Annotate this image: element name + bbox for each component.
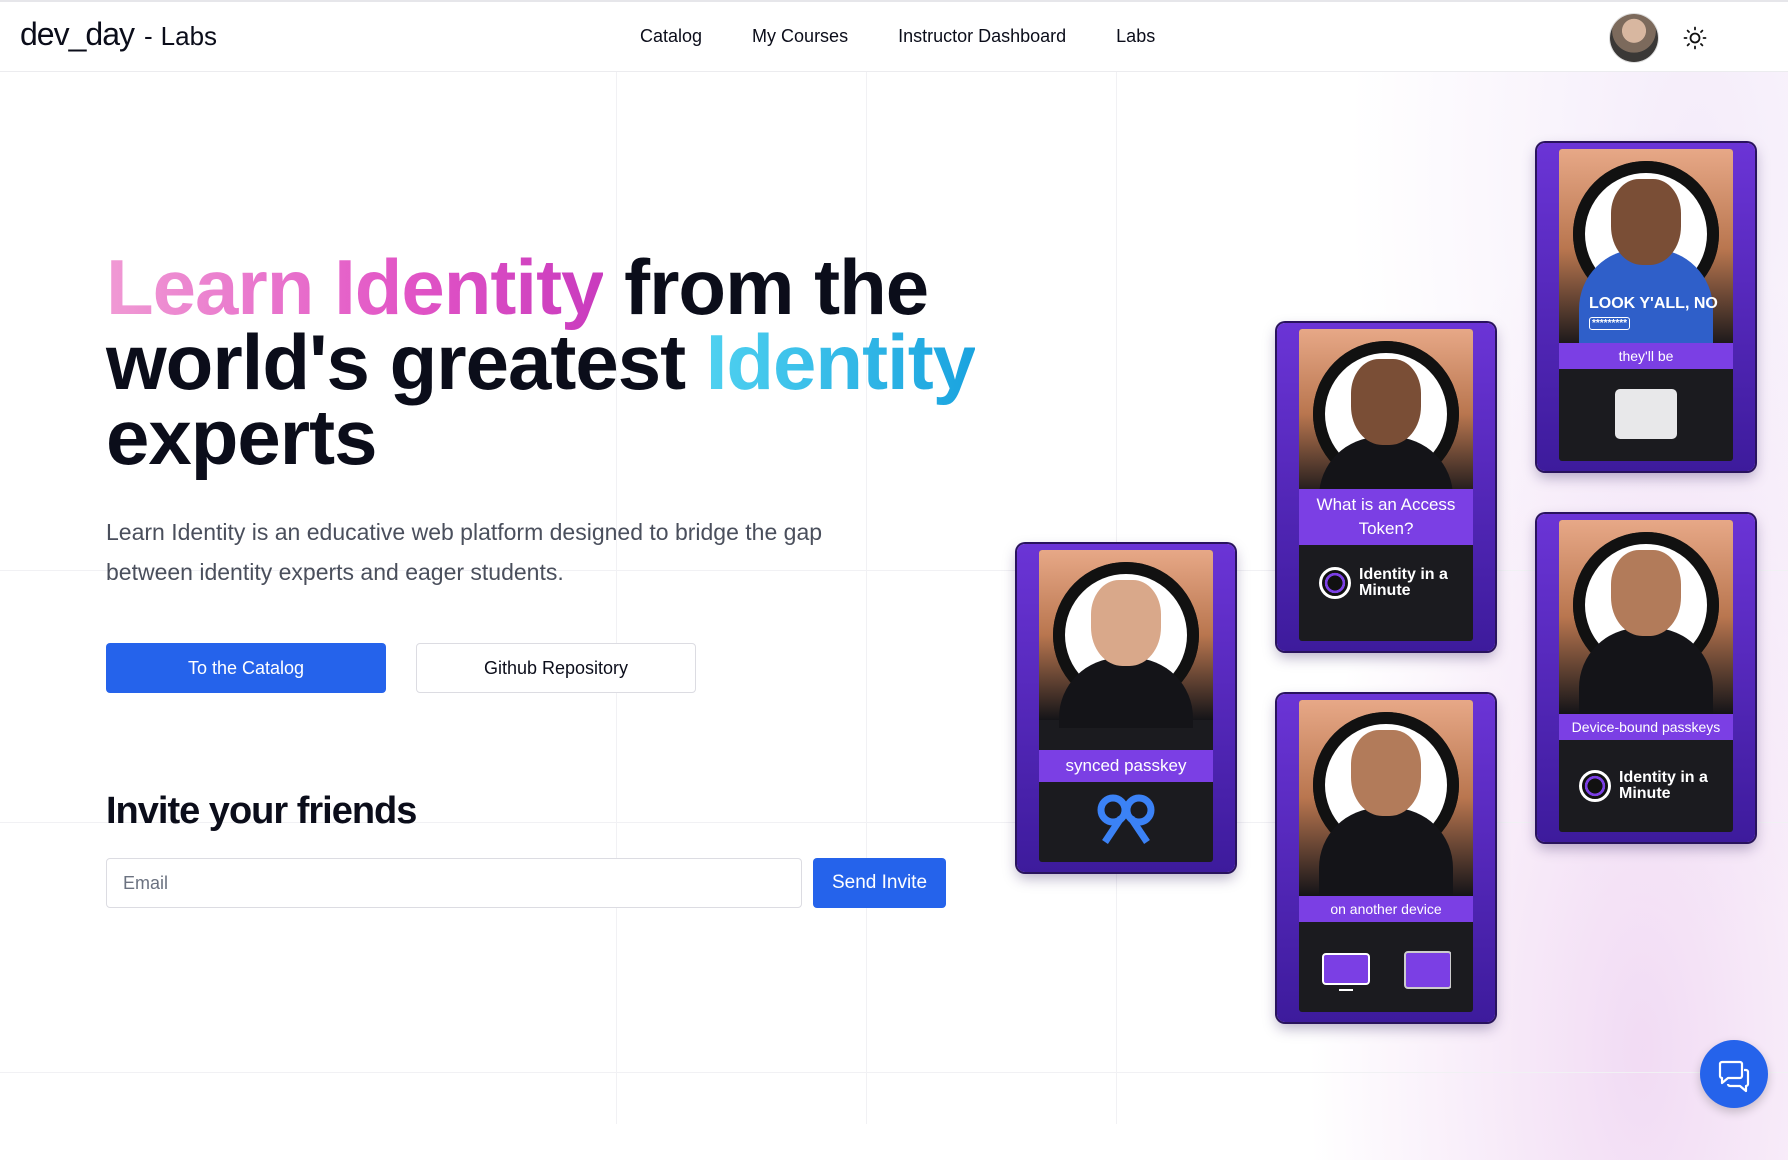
card-caption: synced passkey xyxy=(1039,750,1213,782)
hero-title: Learn Identity from the world's greatest… xyxy=(106,248,1006,476)
chat-bubbles-icon xyxy=(1718,1060,1750,1093)
presenter-photo: LOOK Y'ALL, NO ********* xyxy=(1559,149,1733,349)
send-invite-button[interactable]: Send Invite xyxy=(813,858,946,908)
hero-title-text-end: experts xyxy=(106,393,377,481)
brand-logo[interactable]: dev_day - Labs xyxy=(20,16,217,53)
top-navbar: dev_day - Labs Catalog My Courses Instru… xyxy=(0,0,1788,72)
video-card-device-bound[interactable]: Device-bound passkeys Identity in a Minu… xyxy=(1537,514,1755,842)
presenter-head xyxy=(1351,730,1421,816)
card-caption: What is an Access Token? xyxy=(1299,489,1473,545)
video-card-look-yall[interactable]: LOOK Y'ALL, NO ********* they'll be xyxy=(1537,143,1755,471)
presenter-photo xyxy=(1299,329,1473,507)
hero-description: Learn Identity is an educative web platf… xyxy=(106,519,823,585)
card-caption: Device-bound passkeys xyxy=(1559,714,1733,740)
shirt-text: LOOK Y'ALL, NO ********* xyxy=(1589,295,1719,331)
card-screen: What is an Access Token? Identity in a M… xyxy=(1299,329,1473,641)
nav-my-courses[interactable]: My Courses xyxy=(752,26,848,47)
video-card-access-token[interactable]: What is an Access Token? Identity in a M… xyxy=(1277,323,1495,651)
to-catalog-button[interactable]: To the Catalog xyxy=(106,643,386,693)
nav-catalog[interactable]: Catalog xyxy=(640,26,702,47)
hero-title-highlight-blue: Identity xyxy=(705,318,976,406)
presenter-head xyxy=(1091,580,1161,666)
grid-line xyxy=(0,1072,1788,1073)
brand-name: dev_day xyxy=(20,16,135,52)
brand-separator: - xyxy=(143,21,153,51)
github-repository-button[interactable]: Github Repository xyxy=(416,643,696,693)
nav-labs[interactable]: Labs xyxy=(1116,26,1155,47)
stopwatch-icon xyxy=(1319,567,1351,599)
sun-icon[interactable] xyxy=(1683,26,1707,50)
identity-in-a-minute-text: Identity in a Minute xyxy=(1619,769,1708,802)
card-caption: on another device xyxy=(1299,896,1473,922)
chat-button[interactable] xyxy=(1700,1040,1768,1108)
video-card-another-device[interactable]: on another device xyxy=(1277,694,1495,1022)
devices-icon xyxy=(1322,951,1451,991)
passkey-keys-icon xyxy=(1097,794,1155,844)
video-card-synced-passkey[interactable]: synced passkey xyxy=(1017,544,1235,872)
main-nav: Catalog My Courses Instructor Dashboard … xyxy=(640,26,1205,47)
invite-title: Invite your friends xyxy=(106,790,417,832)
presenter-head xyxy=(1611,550,1681,636)
grid-line xyxy=(866,72,867,1124)
presenter-photo xyxy=(1039,550,1213,728)
card-screen: LOOK Y'ALL, NO ********* they'll be xyxy=(1559,149,1733,461)
presenter-photo xyxy=(1559,520,1733,718)
card-caption: they'll be xyxy=(1559,343,1733,369)
presenter-head xyxy=(1351,359,1421,445)
presenter-photo xyxy=(1299,700,1473,898)
identity-in-a-minute-logo: Identity in a Minute xyxy=(1319,567,1459,599)
user-avatar[interactable] xyxy=(1610,14,1658,62)
identity-in-a-minute-text: Identity in a Minute xyxy=(1359,566,1448,599)
grid-line xyxy=(616,72,617,1124)
card-screen: synced passkey xyxy=(1039,550,1213,862)
card-screen: Device-bound passkeys Identity in a Minu… xyxy=(1559,520,1733,832)
shirt-password: ********* xyxy=(1589,317,1631,330)
nav-instructor-dashboard[interactable]: Instructor Dashboard xyxy=(898,26,1066,47)
identity-in-a-minute-logo: Identity in a Minute xyxy=(1579,770,1719,802)
brand-subtitle: Labs xyxy=(160,21,218,51)
email-input[interactable] xyxy=(106,858,802,908)
shirt-slogan: LOOK Y'ALL, NO xyxy=(1589,295,1718,312)
card-screen: on another device xyxy=(1299,700,1473,1012)
stopwatch-icon xyxy=(1579,770,1611,802)
presenter-head xyxy=(1611,179,1681,265)
browser-window-icon xyxy=(1615,389,1677,439)
